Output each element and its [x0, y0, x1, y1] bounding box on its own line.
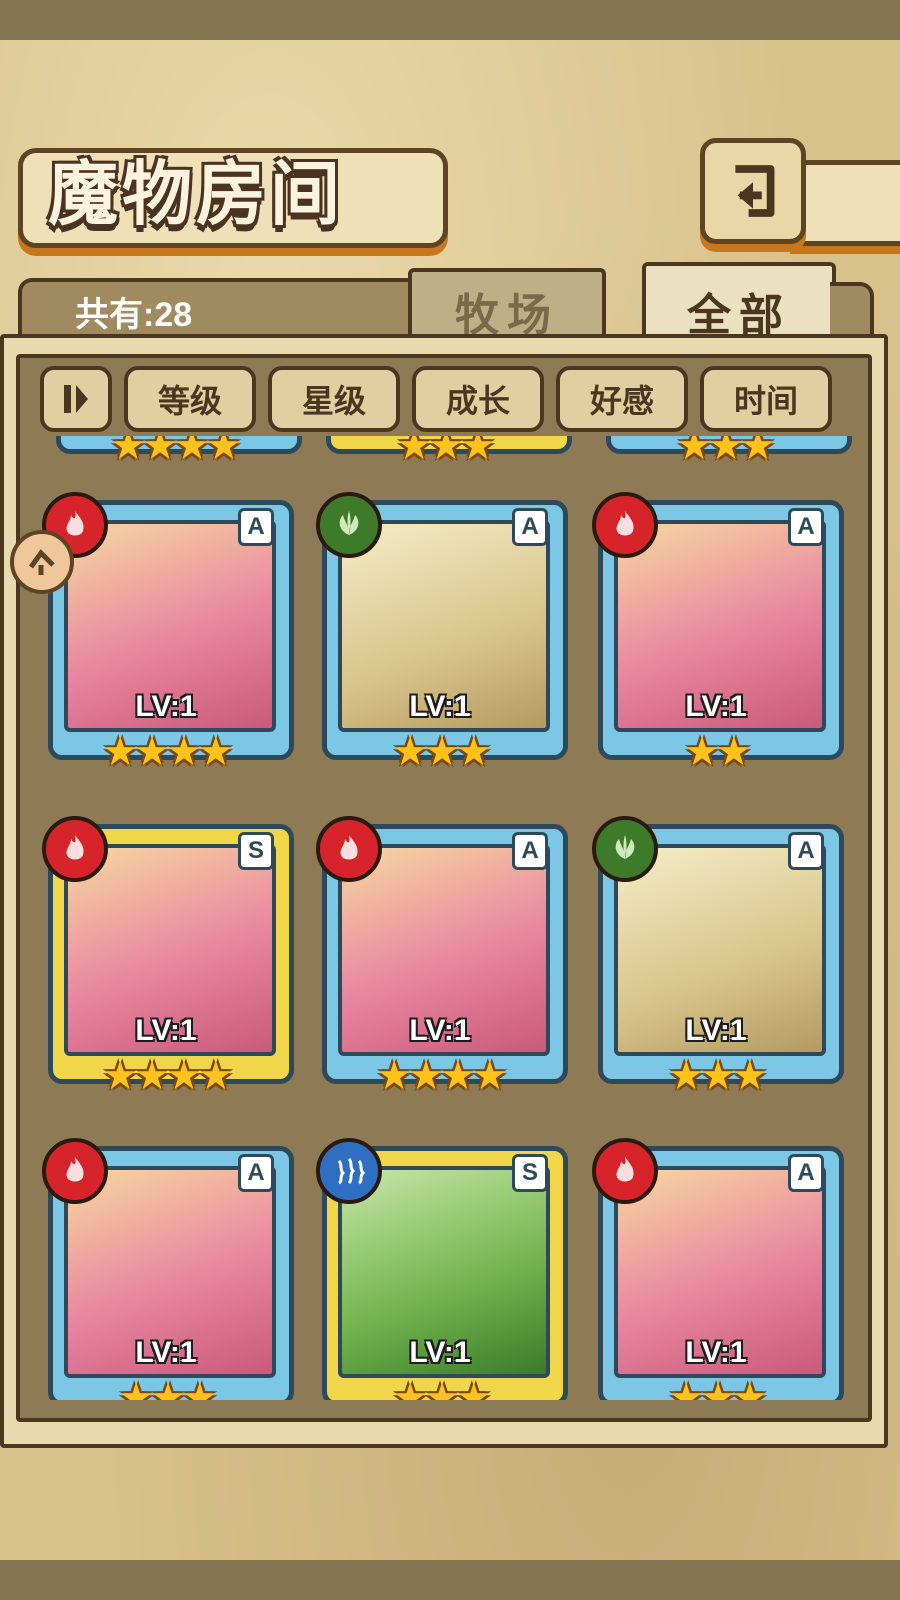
monster-level: LV:1 [685, 1014, 747, 1047]
star-rating: ★★★★ [102, 1053, 233, 1099]
monster-level: LV:1 [409, 1014, 471, 1047]
fire-element-icon [592, 492, 658, 558]
sort-growth-button[interactable]: 成长 [412, 366, 544, 432]
monster-level: LV:1 [135, 1014, 197, 1047]
return-arrow-icon [735, 165, 775, 217]
monster-count: 共有:28 [75, 296, 193, 334]
fire-element-icon [42, 1138, 108, 1204]
star-rating: ★★★★ [376, 1053, 507, 1099]
monster-level: LV:1 [409, 1336, 471, 1369]
star-rating: ★★★ [396, 436, 496, 469]
star-rating: ★★★ [668, 1375, 768, 1400]
star-rating: ★★★ [668, 1053, 768, 1099]
monster-level: LV:1 [409, 690, 471, 723]
rank-badge: A [238, 508, 274, 546]
monster-card-partial[interactable]: ★★★ [600, 436, 852, 472]
fire-element-icon [42, 816, 108, 882]
monster-card[interactable]: A LV:1 ★★★ [592, 816, 844, 1102]
back-button[interactable] [700, 138, 806, 244]
monster-card[interactable]: A LV:1 ★★ [592, 492, 844, 778]
rank-badge: A [512, 832, 548, 870]
wood-element-icon [592, 816, 658, 882]
sort-direction-icon [64, 385, 88, 413]
monster-card[interactable]: A LV:1 ★★★ [592, 1138, 844, 1400]
monster-card-partial[interactable]: ★★★★ [50, 436, 302, 472]
sort-order-toggle[interactable] [40, 366, 112, 432]
bottom-border [0, 1560, 900, 1600]
monster-level: LV:1 [685, 690, 747, 723]
monster-level: LV:1 [135, 690, 197, 723]
rank-badge: A [238, 1154, 274, 1192]
rank-badge: S [238, 832, 274, 870]
monster-level: LV:1 [685, 1336, 747, 1369]
monster-card[interactable]: A LV:1 ★★★★ [42, 492, 294, 778]
monster-level: LV:1 [135, 1336, 197, 1369]
star-rating: ★★★ [392, 729, 492, 775]
top-border [0, 0, 900, 40]
lock-arrow-icon [28, 549, 55, 575]
sort-time-button[interactable]: 时间 [700, 366, 832, 432]
monster-card[interactable]: S LV:1 ★★★ [316, 1138, 568, 1400]
monster-card-partial[interactable]: ★★★ [320, 436, 572, 472]
star-rating: ★★★★ [102, 729, 233, 775]
page-title: 魔物房间 [48, 152, 344, 235]
monster-grid[interactable]: ★★★★ ★★★ ★★★ A LV:1 ★★★★ A LV:1 ★★★ A LV:1 ★★ S LV… [20, 436, 860, 1400]
sort-level-button[interactable]: 等级 [124, 366, 256, 432]
sort-star-button[interactable]: 星级 [268, 366, 400, 432]
monster-card[interactable]: A LV:1 ★★★ [42, 1138, 294, 1400]
lock-marker[interactable] [10, 530, 74, 594]
rank-badge: A [788, 832, 824, 870]
water-element-icon [316, 1138, 382, 1204]
star-rating: ★★★ [392, 1375, 492, 1400]
fire-element-icon [316, 816, 382, 882]
rank-badge: S [512, 1154, 548, 1192]
sort-affection-button[interactable]: 好感 [556, 366, 688, 432]
monster-card[interactable]: A LV:1 ★★★★ [316, 816, 568, 1102]
header-right-plate [790, 160, 900, 246]
monster-card[interactable]: S LV:1 ★★★★ [42, 816, 294, 1102]
rank-badge: A [788, 1154, 824, 1192]
star-rating: ★★★ [118, 1375, 218, 1400]
star-rating: ★★★★ [110, 436, 241, 469]
monster-card[interactable]: A LV:1 ★★★ [316, 492, 568, 778]
star-rating: ★★★ [676, 436, 776, 469]
rank-badge: A [788, 508, 824, 546]
wood-element-icon [316, 492, 382, 558]
star-rating: ★★ [684, 729, 752, 775]
rank-badge: A [512, 508, 548, 546]
fire-element-icon [592, 1138, 658, 1204]
